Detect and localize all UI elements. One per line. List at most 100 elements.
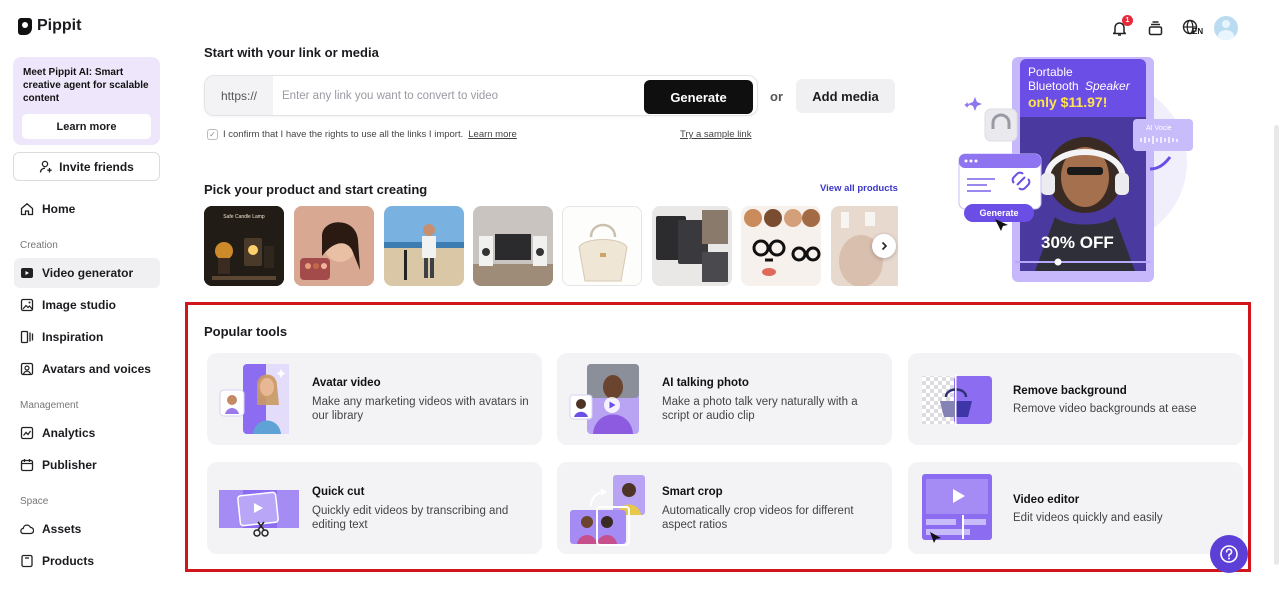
- invite-friends-label: Invite friends: [59, 159, 134, 174]
- avatar-video-icon: [219, 364, 289, 434]
- handbag-image: [563, 207, 641, 285]
- sidebar-item-label: Image studio: [42, 298, 117, 312]
- svg-text:Bluetooth: Bluetooth: [1028, 79, 1079, 93]
- tool-name: AI talking photo: [662, 377, 749, 389]
- sidebar-item-label: Inspiration: [42, 330, 104, 344]
- confirm-checkbox[interactable]: ✓: [207, 129, 218, 140]
- smart-crop-icon: [570, 475, 645, 546]
- link-section-title: Start with your link or media: [204, 47, 379, 58]
- language-label: EN: [1192, 27, 1204, 36]
- tool-card-quick-cut[interactable]: Quick cut Quickly edit videos by transcr…: [207, 462, 542, 554]
- svg-text:Safe Candle Lamp: Safe Candle Lamp: [223, 214, 265, 220]
- user-avatar[interactable]: [1214, 16, 1238, 40]
- help-icon: [1220, 545, 1238, 563]
- tool-desc: Automatically crop videos for different …: [662, 505, 854, 531]
- sample-link[interactable]: Try a sample link: [680, 129, 751, 140]
- chevron-right-icon: [881, 241, 888, 251]
- scrollbar[interactable]: [1274, 125, 1279, 565]
- avatar-icon: [20, 362, 34, 376]
- promo-text: Meet Pippit AI: Smart creative agent for…: [23, 67, 149, 104]
- section-management: Management: [20, 400, 79, 411]
- cloud-icon: [20, 522, 34, 536]
- notifications-button[interactable]: 1: [1108, 15, 1133, 39]
- tool-desc: Edit videos quickly and easily: [1013, 512, 1163, 524]
- costume-glasses-image: [741, 206, 821, 286]
- sidebar: Pippit Meet Pippit AI: Smart creative ag…: [0, 0, 175, 605]
- svg-text:Speaker: Speaker: [1085, 79, 1131, 93]
- calendar-icon: [20, 458, 34, 472]
- product-thumb-handbag[interactable]: [562, 206, 642, 286]
- notification-badge: 1: [1122, 15, 1133, 26]
- product-thumb-costume-glasses[interactable]: [741, 206, 821, 286]
- invite-friends-button[interactable]: Invite friends: [13, 152, 160, 181]
- tool-name: Smart crop: [662, 486, 723, 498]
- quick-cut-icon: [219, 490, 299, 537]
- view-all-products-link[interactable]: View all products: [820, 183, 898, 194]
- tool-card-avatar-video[interactable]: Avatar video Make any marketing videos w…: [207, 353, 542, 445]
- svg-text:30% OFF: 30% OFF: [1041, 233, 1114, 252]
- sidebar-item-label: Video generator: [42, 266, 134, 280]
- add-user-icon: [40, 160, 52, 173]
- svg-text:AI Vocie: AI Vocie: [1146, 125, 1172, 132]
- tool-card-ai-talking-photo[interactable]: AI talking photo Make a photo talk very …: [557, 353, 892, 445]
- product-thumb-beach-selfie[interactable]: [384, 206, 464, 286]
- link-input-box: https:// Generate: [204, 75, 758, 116]
- tool-card-video-editor[interactable]: Video editor Edit videos quickly and eas…: [908, 462, 1243, 554]
- sidebar-item-products[interactable]: Products: [14, 546, 160, 576]
- promo-card: Meet Pippit AI: Smart creative agent for…: [13, 57, 160, 145]
- makeup-image: [294, 206, 374, 286]
- inspiration-icon: [20, 330, 34, 344]
- tool-card-remove-background[interactable]: Remove background Remove video backgroun…: [908, 353, 1243, 445]
- sidebar-item-analytics[interactable]: Analytics: [14, 418, 160, 448]
- talking-photo-icon: [569, 364, 639, 434]
- remove-background-icon: [922, 374, 992, 426]
- product-thumb-makeup[interactable]: [294, 206, 374, 286]
- sidebar-item-publisher[interactable]: Publisher: [14, 450, 160, 480]
- products-next-button[interactable]: [872, 234, 896, 258]
- sidebar-item-label: Publisher: [42, 458, 97, 472]
- tool-name: Quick cut: [312, 486, 365, 498]
- tool-name: Avatar video: [312, 377, 381, 389]
- sidebar-item-avatars-voices[interactable]: Avatars and voices: [14, 354, 160, 384]
- learn-more-button[interactable]: Learn more: [22, 114, 151, 139]
- layers-icon: [1148, 20, 1162, 35]
- sidebar-item-label: Analytics: [42, 426, 96, 440]
- tool-desc: Make any marketing videos with avatars i…: [312, 396, 529, 422]
- learn-more-link[interactable]: Learn more: [468, 129, 517, 140]
- svg-text:Portable: Portable: [1028, 65, 1073, 79]
- beach-image: [384, 206, 464, 286]
- pippit-logo[interactable]: Pippit: [18, 17, 81, 35]
- hero-illustration: Portable Bluetooth Speaker only $11.97! …: [955, 57, 1195, 285]
- sidebar-item-home[interactable]: Home: [14, 194, 160, 224]
- image-studio-icon: [20, 298, 34, 312]
- sidebar-item-inspiration[interactable]: Inspiration: [14, 322, 160, 352]
- sidebar-item-video-generator[interactable]: Video generator: [14, 258, 160, 288]
- tool-card-smart-crop[interactable]: Smart crop Automatically crop videos for…: [557, 462, 892, 554]
- language-button[interactable]: EN: [1180, 17, 1204, 39]
- sidebar-item-label: Avatars and voices: [42, 362, 151, 376]
- speakers-image: [473, 206, 553, 286]
- hero-artwork: Portable Bluetooth Speaker only $11.97! …: [958, 57, 1193, 282]
- sidebar-item-label: Home: [42, 202, 76, 216]
- popular-tools-title: Popular tools: [204, 324, 288, 339]
- home-icon: [20, 202, 34, 216]
- sidebar-item-label: Products: [42, 554, 95, 568]
- tablet-case-image: [652, 206, 732, 286]
- section-creation: Creation: [20, 240, 58, 251]
- analytics-icon: [20, 426, 34, 440]
- pippit-logo-icon: [18, 17, 32, 35]
- product-thumb-speakers[interactable]: [473, 206, 553, 286]
- product-thumb-tablet-case[interactable]: [652, 206, 732, 286]
- product-icon: [20, 554, 34, 568]
- products-section-title: Pick your product and start creating: [204, 182, 428, 197]
- sidebar-item-image-studio[interactable]: Image studio: [14, 290, 160, 320]
- product-thumb-candle-lamp[interactable]: Safe Candle Lamp: [204, 206, 284, 286]
- subscription-button[interactable]: [1144, 17, 1166, 39]
- generate-button[interactable]: Generate: [644, 80, 753, 114]
- video-generator-icon: [20, 266, 34, 280]
- tool-name: Remove background: [1013, 385, 1127, 397]
- add-media-button[interactable]: Add media: [796, 79, 895, 113]
- help-button[interactable]: [1210, 535, 1248, 573]
- sidebar-item-assets[interactable]: Assets: [14, 514, 160, 544]
- tool-desc: Quickly edit videos by transcribing and …: [312, 505, 509, 531]
